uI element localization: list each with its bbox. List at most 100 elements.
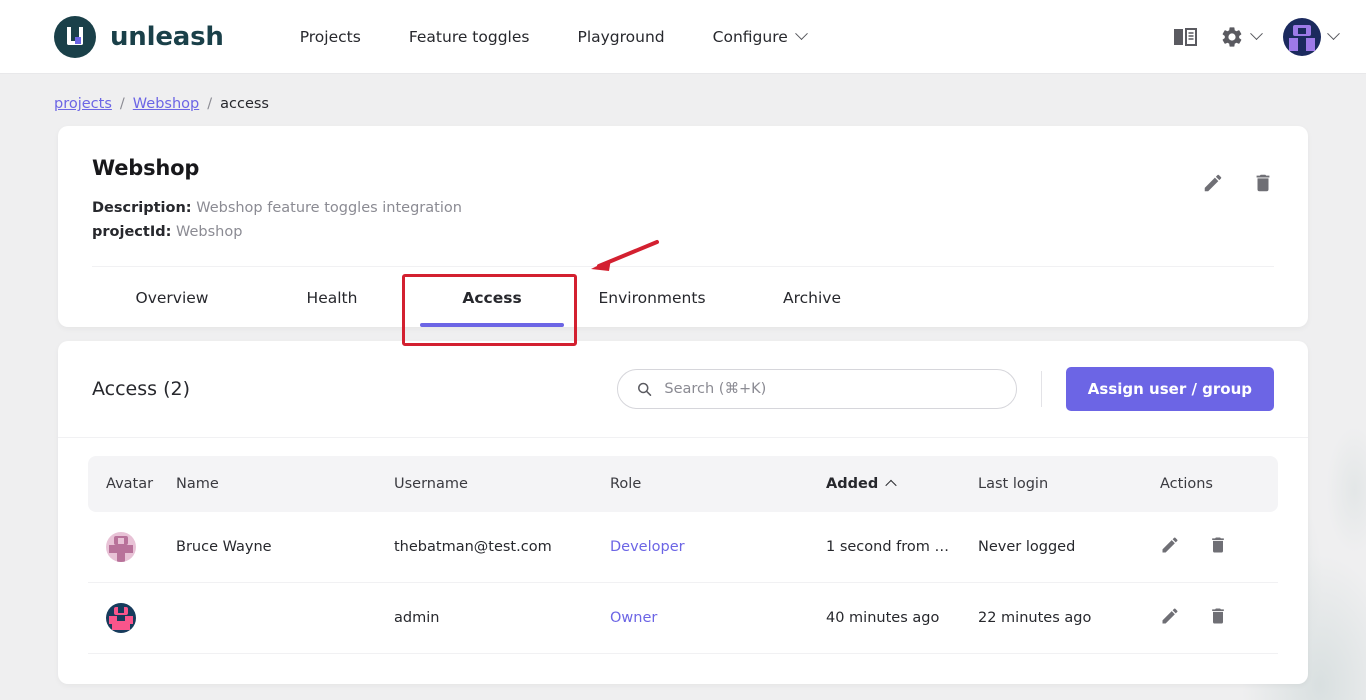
documentation-button[interactable] xyxy=(1173,26,1198,47)
search-input[interactable] xyxy=(664,381,997,397)
nav-right-actions xyxy=(1173,18,1338,56)
trash-icon xyxy=(1252,172,1274,194)
column-header-role[interactable]: Role xyxy=(610,456,826,512)
access-toolbar: Access (2) Assign user / group xyxy=(58,341,1308,438)
description-label: Description: xyxy=(92,200,192,216)
added-value: 1 second from n… xyxy=(826,539,951,555)
pencil-icon xyxy=(1160,535,1180,555)
nav-item-playground[interactable]: Playground xyxy=(553,18,688,56)
trash-icon xyxy=(1208,535,1228,555)
delete-access-button[interactable] xyxy=(1208,606,1228,630)
cell-last-login: Never logged xyxy=(978,512,1160,583)
nav-item-projects[interactable]: Projects xyxy=(276,18,385,56)
avatar xyxy=(1283,18,1321,56)
pencil-icon xyxy=(1202,172,1224,194)
sort-ascending-icon xyxy=(886,480,897,491)
column-header-name[interactable]: Name xyxy=(176,456,394,512)
column-header-last-login[interactable]: Last login xyxy=(978,456,1160,512)
nav-label-projects: Projects xyxy=(300,28,361,46)
project-tabs: Overview Health Access Environments Arch… xyxy=(92,266,1274,327)
added-value: 40 minutes ago xyxy=(826,610,939,626)
edit-access-button[interactable] xyxy=(1160,606,1180,630)
project-header-card: Webshop Description: Webshop feature tog… xyxy=(58,126,1308,327)
cell-added: 1 second from n… xyxy=(826,512,978,583)
project-metadata: Description: Webshop feature toggles int… xyxy=(92,196,1274,244)
row-actions xyxy=(1160,606,1278,630)
page-title: Webshop xyxy=(92,156,1274,180)
table-row: admin Owner 40 minutes ago 22 minutes ag… xyxy=(88,583,1278,654)
cell-actions xyxy=(1160,583,1278,654)
role-link[interactable]: Owner xyxy=(610,610,657,626)
toolbar-divider xyxy=(1041,371,1042,407)
column-header-added[interactable]: Added xyxy=(826,456,978,512)
column-label-avatar: Avatar xyxy=(106,476,153,492)
column-label-name: Name xyxy=(176,476,219,492)
pencil-icon xyxy=(1160,606,1180,626)
access-toolbar-right: Assign user / group xyxy=(617,367,1274,411)
cell-avatar xyxy=(88,583,176,654)
column-label-actions: Actions xyxy=(1160,476,1213,492)
role-link[interactable]: Developer xyxy=(610,539,685,555)
delete-project-button[interactable] xyxy=(1252,172,1274,198)
search-box[interactable] xyxy=(617,369,1017,409)
assign-user-group-button[interactable]: Assign user / group xyxy=(1066,367,1274,411)
access-table: Avatar Name Username Role Added xyxy=(88,456,1278,654)
row-actions xyxy=(1160,535,1278,559)
table-header-row: Avatar Name Username Role Added xyxy=(88,456,1278,512)
cell-name: Bruce Wayne xyxy=(176,512,394,583)
tab-overview[interactable]: Overview xyxy=(92,267,252,327)
breadcrumb: projects / Webshop / access xyxy=(0,74,1366,126)
cell-username: thebatman@test.com xyxy=(394,512,610,583)
nav-item-configure[interactable]: Configure xyxy=(689,18,830,56)
brand-logo-link[interactable]: unleash xyxy=(54,16,224,58)
column-header-username[interactable]: Username xyxy=(394,456,610,512)
avatar xyxy=(106,532,136,562)
tab-environments[interactable]: Environments xyxy=(572,267,732,327)
breadcrumb-webshop[interactable]: Webshop xyxy=(133,96,199,112)
project-id-row: projectId: Webshop xyxy=(92,220,1274,244)
tab-label-access: Access xyxy=(462,289,521,307)
nav-item-feature-toggles[interactable]: Feature toggles xyxy=(385,18,554,56)
settings-button[interactable] xyxy=(1220,25,1261,49)
column-header-avatar[interactable]: Avatar xyxy=(88,456,176,512)
unleash-logo-icon xyxy=(54,16,96,58)
user-profile-button[interactable] xyxy=(1283,18,1338,56)
tab-access[interactable]: Access xyxy=(412,267,572,327)
breadcrumb-separator: / xyxy=(120,96,125,112)
description-value: Webshop feature toggles integration xyxy=(196,200,462,216)
search-icon xyxy=(636,380,653,398)
tab-health[interactable]: Health xyxy=(252,267,412,327)
access-table-container: Avatar Name Username Role Added xyxy=(58,438,1308,684)
nav-label-configure: Configure xyxy=(713,28,788,46)
delete-access-button[interactable] xyxy=(1208,535,1228,559)
cell-last-login: 22 minutes ago xyxy=(978,583,1160,654)
table-body: Bruce Wayne thebatman@test.com Developer… xyxy=(88,512,1278,654)
nav-label-playground: Playground xyxy=(577,28,664,46)
tab-label-health: Health xyxy=(307,289,358,307)
chevron-down-icon xyxy=(795,27,808,40)
book-icon xyxy=(1173,26,1198,47)
project-description-row: Description: Webshop feature toggles int… xyxy=(92,196,1274,220)
table-row: Bruce Wayne thebatman@test.com Developer… xyxy=(88,512,1278,583)
breadcrumb-current: access xyxy=(220,96,269,112)
cell-actions xyxy=(1160,512,1278,583)
cell-username: admin xyxy=(394,583,610,654)
cell-added: 40 minutes ago xyxy=(826,583,978,654)
breadcrumb-projects[interactable]: projects xyxy=(54,96,112,112)
breadcrumb-separator-2: / xyxy=(207,96,212,112)
chevron-down-icon xyxy=(1250,27,1263,40)
column-label-last-login: Last login xyxy=(978,476,1048,492)
access-heading: Access (2) xyxy=(92,378,190,400)
edit-project-button[interactable] xyxy=(1202,172,1224,198)
cell-avatar xyxy=(88,512,176,583)
projectid-label: projectId: xyxy=(92,224,171,240)
column-label-added: Added xyxy=(826,476,878,492)
edit-access-button[interactable] xyxy=(1160,535,1180,559)
nav-label-feature-toggles: Feature toggles xyxy=(409,28,530,46)
gear-icon xyxy=(1220,25,1244,49)
column-label-username: Username xyxy=(394,476,468,492)
top-navigation-bar: unleash Projects Feature toggles Playgro… xyxy=(0,0,1366,74)
projectid-value: Webshop xyxy=(176,224,242,240)
tab-archive[interactable]: Archive xyxy=(732,267,892,327)
trash-icon xyxy=(1208,606,1228,626)
